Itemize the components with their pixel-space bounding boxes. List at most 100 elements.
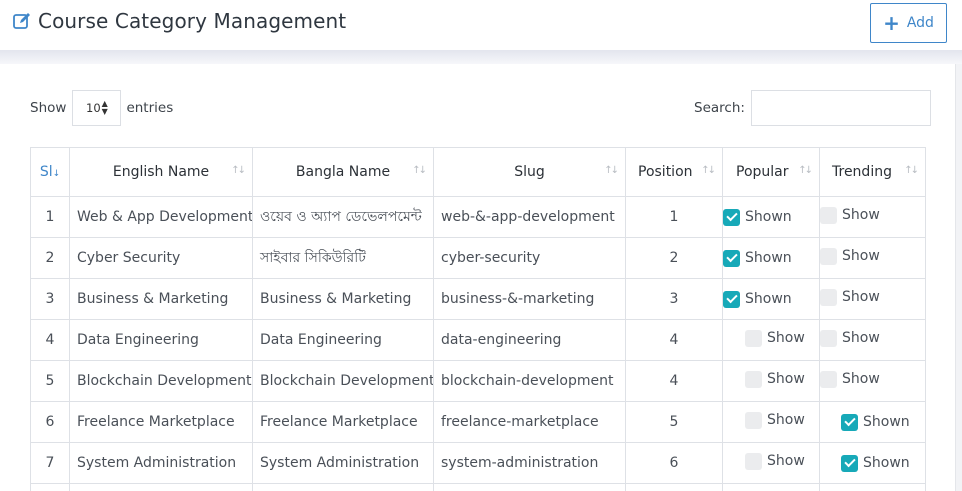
empty-cell bbox=[69, 483, 253, 491]
popular-toggle[interactable]: Shown bbox=[723, 249, 792, 267]
trending-toggle[interactable]: Shown bbox=[841, 454, 910, 472]
popular-toggle[interactable]: Shown bbox=[723, 290, 792, 308]
unchecked-checkbox-icon[interactable] bbox=[745, 452, 762, 470]
trending-toggle[interactable]: Show bbox=[820, 329, 880, 347]
unchecked-checkbox-icon[interactable] bbox=[820, 206, 837, 224]
trending-toggle[interactable]: Shown bbox=[841, 413, 910, 431]
updown-arrows-icon: ▲ ▼ bbox=[101, 99, 108, 116]
cell-trending: Show bbox=[819, 360, 926, 402]
page-title: Course Category Management bbox=[38, 9, 347, 33]
sort-icon: ↑↓ bbox=[701, 165, 716, 176]
cell-popular: Show bbox=[722, 319, 820, 361]
sort-icon: ↑↓ bbox=[604, 165, 619, 176]
sort-icon: ↑↓ bbox=[904, 165, 919, 176]
page-length-value: 10 bbox=[86, 101, 101, 115]
trending-label: Show bbox=[842, 330, 880, 346]
trending-toggle[interactable]: Show bbox=[820, 206, 880, 224]
sort-icon: ↑↓ bbox=[798, 165, 813, 176]
checked-checkbox-icon[interactable] bbox=[841, 454, 858, 472]
popular-label: Shown bbox=[745, 250, 792, 267]
sort-icon: ↑↓ bbox=[412, 165, 427, 176]
popular-label: Show bbox=[767, 453, 805, 469]
cell-position: 1 bbox=[625, 196, 723, 238]
cell-sl: 1 bbox=[30, 196, 70, 238]
unchecked-checkbox-icon[interactable] bbox=[745, 411, 762, 429]
unchecked-checkbox-icon[interactable] bbox=[820, 329, 837, 347]
page-length-select[interactable]: 10 ▲ ▼ bbox=[72, 90, 122, 126]
unchecked-checkbox-icon[interactable] bbox=[820, 247, 837, 265]
cell-english-name: Freelance Marketplace bbox=[69, 401, 253, 443]
cell-english-name: Web & App Development bbox=[69, 196, 253, 238]
popular-toggle[interactable]: Show bbox=[745, 452, 805, 470]
empty-cell bbox=[625, 483, 723, 491]
popular-label: Shown bbox=[745, 209, 792, 226]
trending-toggle[interactable]: Show bbox=[820, 370, 880, 388]
popular-toggle[interactable]: Show bbox=[745, 370, 805, 388]
column-header-sl[interactable]: Sl↓ bbox=[30, 147, 70, 197]
empty-cell bbox=[433, 483, 626, 491]
checked-checkbox-icon[interactable] bbox=[723, 290, 740, 308]
header-shadow bbox=[0, 50, 962, 64]
scrollbar-track[interactable] bbox=[955, 64, 962, 491]
sort-icon: ↓ bbox=[52, 169, 61, 179]
checked-checkbox-icon[interactable] bbox=[841, 413, 858, 431]
cell-position: 6 bbox=[625, 442, 723, 484]
cell-sl: 5 bbox=[30, 360, 70, 402]
cell-slug: freelance-marketplace bbox=[433, 401, 626, 443]
cell-bangla-name: Freelance Marketplace bbox=[252, 401, 434, 443]
cell-bangla-name: Business & Marketing bbox=[252, 278, 434, 320]
cell-slug: business-&-marketing bbox=[433, 278, 626, 320]
cell-sl: 3 bbox=[30, 278, 70, 320]
trending-toggle[interactable]: Show bbox=[820, 247, 880, 265]
column-header-slug[interactable]: Slug ↑↓ bbox=[433, 147, 626, 197]
popular-toggle[interactable]: Show bbox=[745, 329, 805, 347]
search-input[interactable] bbox=[750, 90, 931, 126]
column-header-english-name[interactable]: English Name ↑↓ bbox=[69, 147, 253, 197]
column-header-popular[interactable]: Popular ↑↓ bbox=[722, 147, 820, 197]
popular-label: Shown bbox=[745, 291, 792, 308]
unchecked-checkbox-icon[interactable] bbox=[820, 288, 837, 306]
cell-english-name: Cyber Security bbox=[69, 237, 253, 279]
cell-popular: Shown bbox=[722, 278, 820, 320]
cell-english-name: Data Engineering bbox=[69, 319, 253, 361]
cell-trending: Show bbox=[819, 278, 926, 320]
cell-slug: cyber-security bbox=[433, 237, 626, 279]
cell-trending: Shown bbox=[819, 401, 926, 443]
popular-label: Show bbox=[767, 371, 805, 387]
popular-toggle[interactable]: Show bbox=[745, 411, 805, 429]
cell-english-name: System Administration bbox=[69, 442, 253, 484]
entries-label: entries bbox=[126, 100, 174, 116]
cell-sl: 7 bbox=[30, 442, 70, 484]
cell-position: 4 bbox=[625, 319, 723, 361]
trending-label: Show bbox=[842, 371, 880, 387]
cell-slug: blockchain-development bbox=[433, 360, 626, 402]
empty-cell bbox=[722, 483, 820, 491]
add-button[interactable]: + Add bbox=[870, 3, 947, 43]
trending-label: Shown bbox=[863, 414, 910, 431]
cell-bangla-name: সাইবার সিকিউরিটি bbox=[252, 237, 434, 279]
empty-cell bbox=[30, 483, 70, 491]
unchecked-checkbox-icon[interactable] bbox=[820, 370, 837, 388]
unchecked-checkbox-icon[interactable] bbox=[745, 329, 762, 347]
popular-toggle[interactable]: Shown bbox=[723, 208, 792, 226]
column-header-bangla-name[interactable]: Bangla Name ↑↓ bbox=[252, 147, 434, 197]
checked-checkbox-icon[interactable] bbox=[723, 208, 740, 226]
cell-bangla-name: System Administration bbox=[252, 442, 434, 484]
popular-label: Show bbox=[767, 412, 805, 428]
edit-icon bbox=[13, 13, 30, 29]
empty-cell bbox=[252, 483, 434, 491]
cell-sl: 2 bbox=[30, 237, 70, 279]
add-button-label: Add bbox=[906, 15, 934, 31]
cell-popular: Show bbox=[722, 401, 820, 443]
trending-label: Show bbox=[842, 248, 880, 264]
trending-toggle[interactable]: Show bbox=[820, 288, 880, 306]
search-control: Search: bbox=[694, 90, 931, 126]
title-wrap: Course Category Management bbox=[12, 9, 346, 33]
table-row: 1 Web & App Development ওয়েব ও অ্যাপ ডেভে… bbox=[30, 196, 926, 238]
unchecked-checkbox-icon[interactable] bbox=[745, 370, 762, 388]
column-header-position[interactable]: Position ↑↓ bbox=[625, 147, 723, 197]
trending-label: Show bbox=[842, 207, 880, 223]
checked-checkbox-icon[interactable] bbox=[723, 249, 740, 267]
table-row: 5 Blockchain Development Blockchain Develo… bbox=[30, 360, 926, 402]
column-header-trending[interactable]: Trending ↑↓ bbox=[819, 147, 926, 197]
